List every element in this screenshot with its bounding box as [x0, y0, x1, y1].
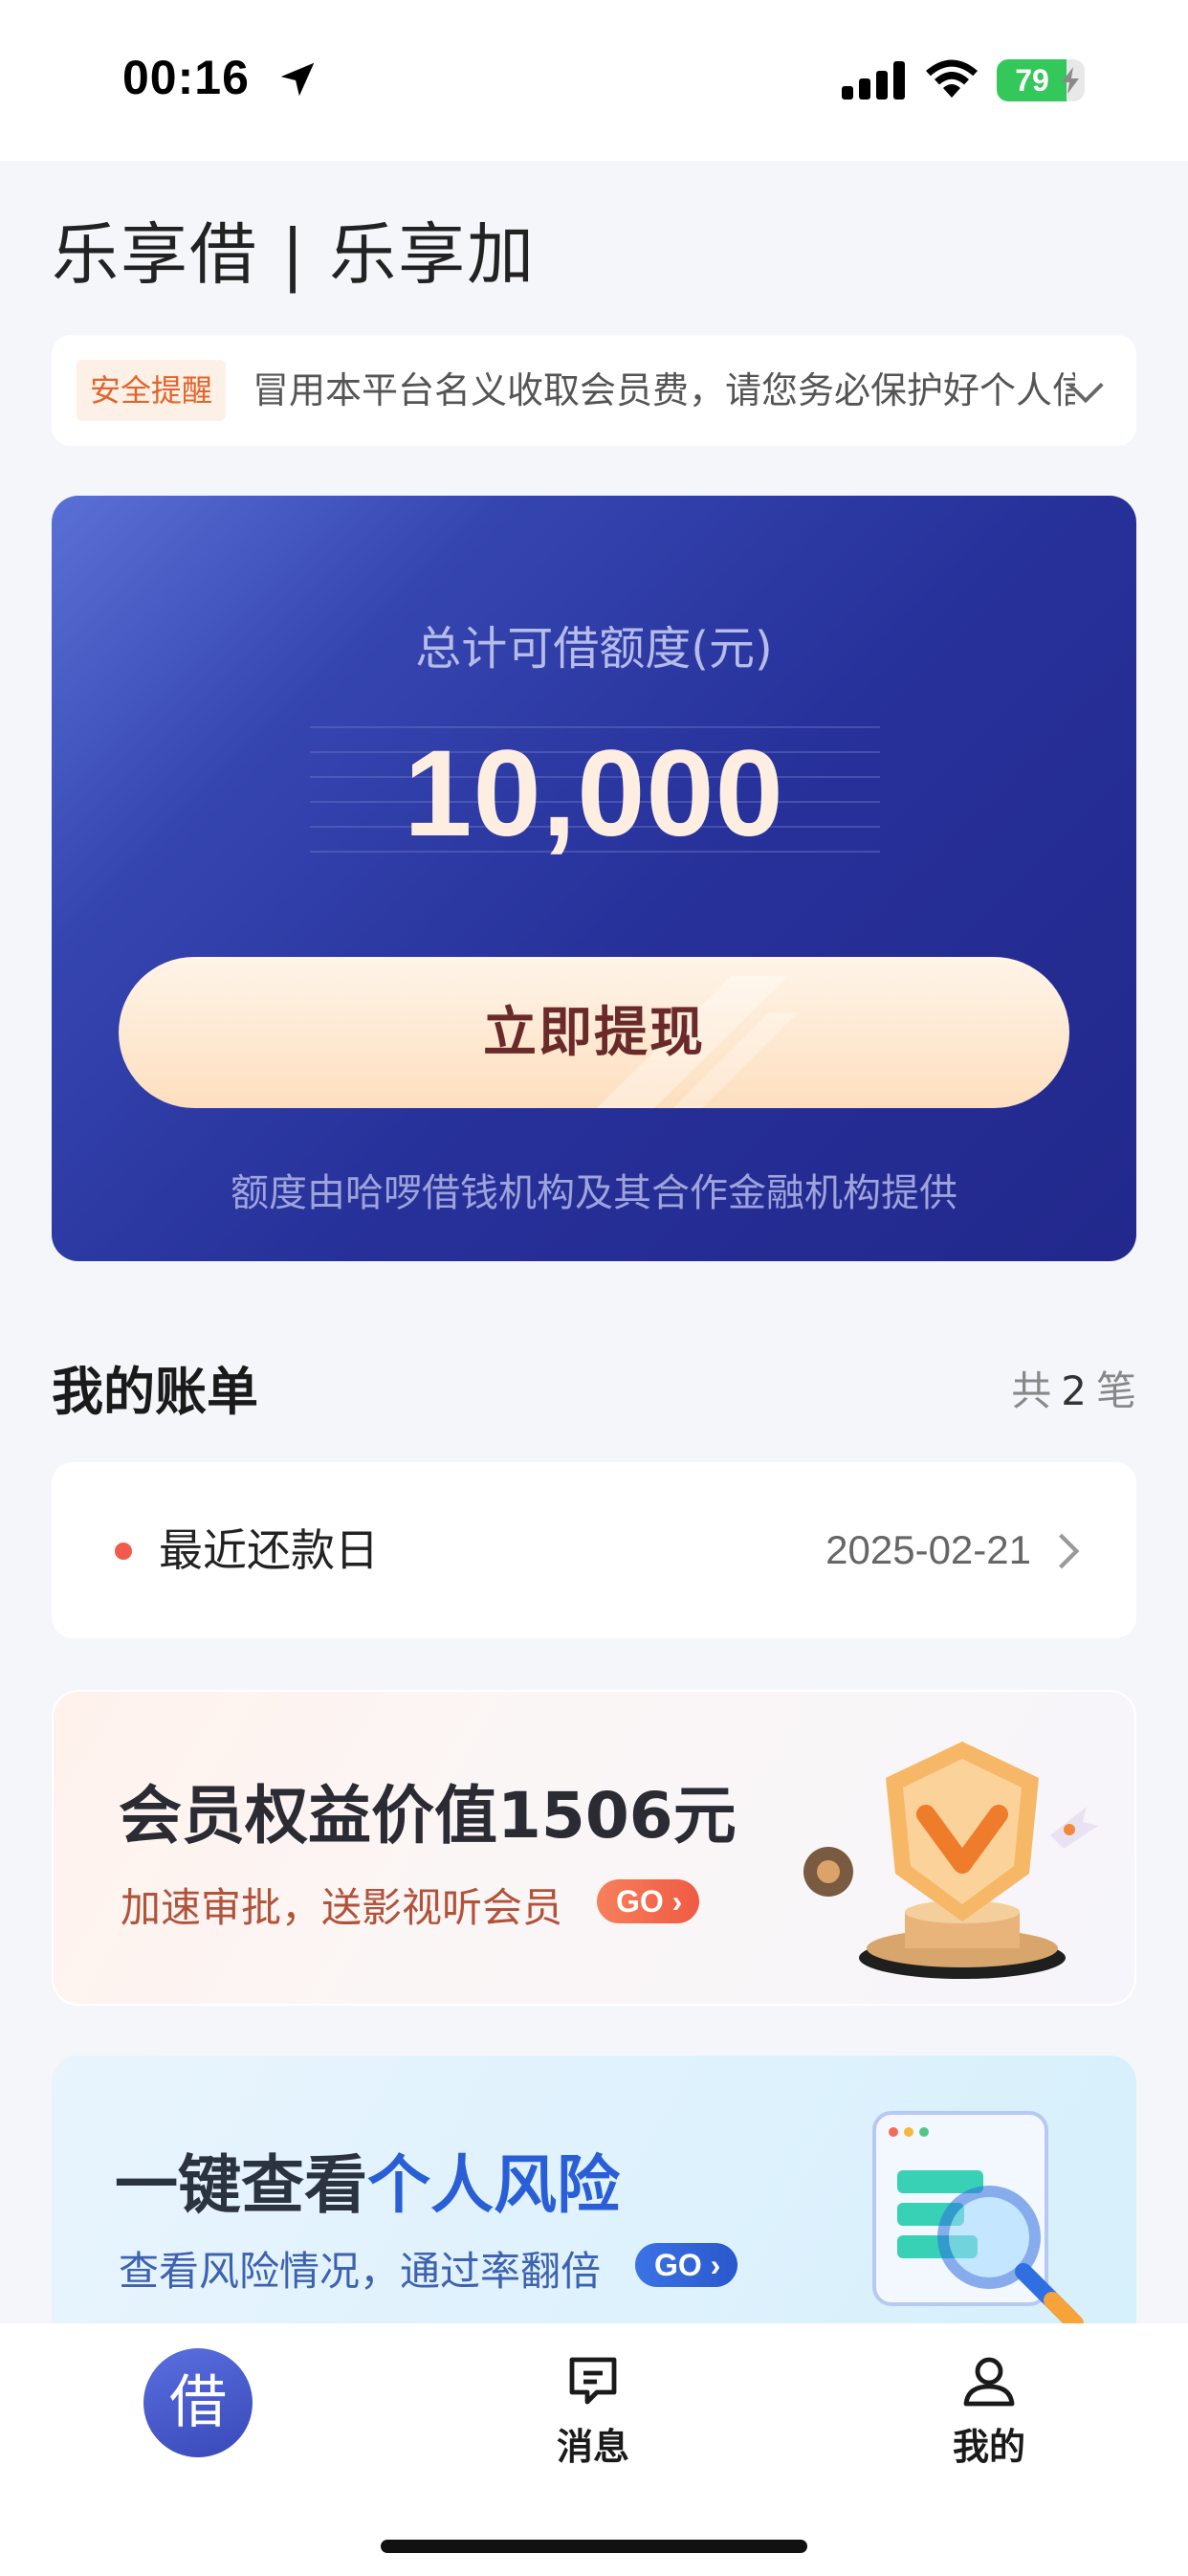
member-go-button[interactable]: GO ›: [597, 1879, 700, 1923]
wifi-icon: [926, 59, 978, 98]
location-arrow-icon: [280, 62, 315, 97]
next-repayment-row[interactable]: 最近还款日 2025-02-21: [52, 1462, 1136, 1638]
bottom-tab-bar: 借 消息 我的: [0, 2323, 1188, 2576]
battery-indicator: 79: [997, 59, 1085, 101]
credit-provider-note: 额度由哈啰借钱机构及其合作金融机构提供: [231, 1171, 957, 1215]
risk-title-highlight: 个人风险: [367, 2148, 620, 2222]
chevron-right-icon: [1059, 1533, 1080, 1569]
risk-check-subtitle: 查看风险情况，通过率翻倍: [119, 2248, 602, 2295]
bills-count-number: 2: [1061, 1367, 1087, 1414]
member-benefits-subtitle: 加速审批，送影视听会员: [121, 1884, 563, 1931]
cellular-signal-icon: [842, 61, 905, 100]
credit-limit-amount: 10,000: [404, 725, 784, 862]
charging-bolt-icon: [1062, 67, 1079, 94]
page-title: 乐享借 | 乐享加: [52, 215, 537, 294]
member-benefits-banner[interactable]: 会员权益价值1506元 加速审批，送影视听会员 GO ›: [52, 1690, 1136, 2006]
repayment-date: 2025-02-21: [825, 1527, 1031, 1572]
tab-messages[interactable]: 消息: [497, 2352, 689, 2476]
risk-go-label: GO: [654, 2248, 702, 2282]
bills-count: 共2笔: [1011, 1359, 1136, 1417]
risk-title-prefix: 一键查看: [115, 2148, 367, 2222]
home-indicator[interactable]: [381, 2540, 807, 2553]
credit-limit-card: 总计可借额度(元) 10,000 立即提现 额度由哈啰借钱机构及其合作金融机构提…: [52, 496, 1136, 1261]
bills-section-title: 我的账单: [52, 1362, 258, 1422]
status-time: 00:16: [122, 51, 250, 104]
tab-mine-label: 我的: [952, 2426, 1025, 2468]
security-notice-bar[interactable]: 安全提醒 冒用本平台名义收取会员费，请您务必保护好个人信息: [52, 335, 1136, 446]
battery-percent: 79: [1015, 63, 1049, 98]
risk-go-button[interactable]: GO ›: [635, 2243, 738, 2287]
message-icon: [569, 2357, 617, 2405]
credit-limit-label: 总计可借额度(元): [415, 622, 773, 676]
status-dot: [115, 1543, 132, 1560]
risk-check-title: 一键查看个人风险: [115, 2134, 620, 2226]
vip-shield-trophy-icon: [803, 1742, 1098, 1979]
withdraw-now-button[interactable]: 立即提现: [119, 957, 1069, 1108]
tab-mine[interactable]: 我的: [893, 2352, 1085, 2476]
notice-text: 冒用本平台名义收取会员费，请您务必保护好个人信息: [253, 369, 1075, 411]
member-benefits-title: 会员权益价值1506元: [119, 1779, 737, 1853]
chevron-down-icon[interactable]: [1064, 369, 1108, 413]
member-go-label: GO: [616, 1884, 664, 1919]
bills-count-prefix: 共: [1011, 1367, 1052, 1414]
bills-count-suffix: 笔: [1095, 1367, 1136, 1414]
notice-tag: 安全提醒: [77, 360, 227, 421]
user-icon: [963, 2357, 1015, 2407]
repayment-label: 最近还款日: [159, 1524, 379, 1576]
status-bar: 00:16 79: [0, 0, 1188, 161]
tab-borrow[interactable]: 借: [143, 2348, 253, 2457]
risk-check-banner[interactable]: 一键查看个人风险 查看风险情况，通过率翻倍 GO ›: [52, 2055, 1136, 2343]
magnifier-report-icon: [872, 2111, 1084, 2332]
withdraw-button-label: 立即提现: [483, 1002, 705, 1062]
tab-messages-label: 消息: [556, 2426, 629, 2468]
